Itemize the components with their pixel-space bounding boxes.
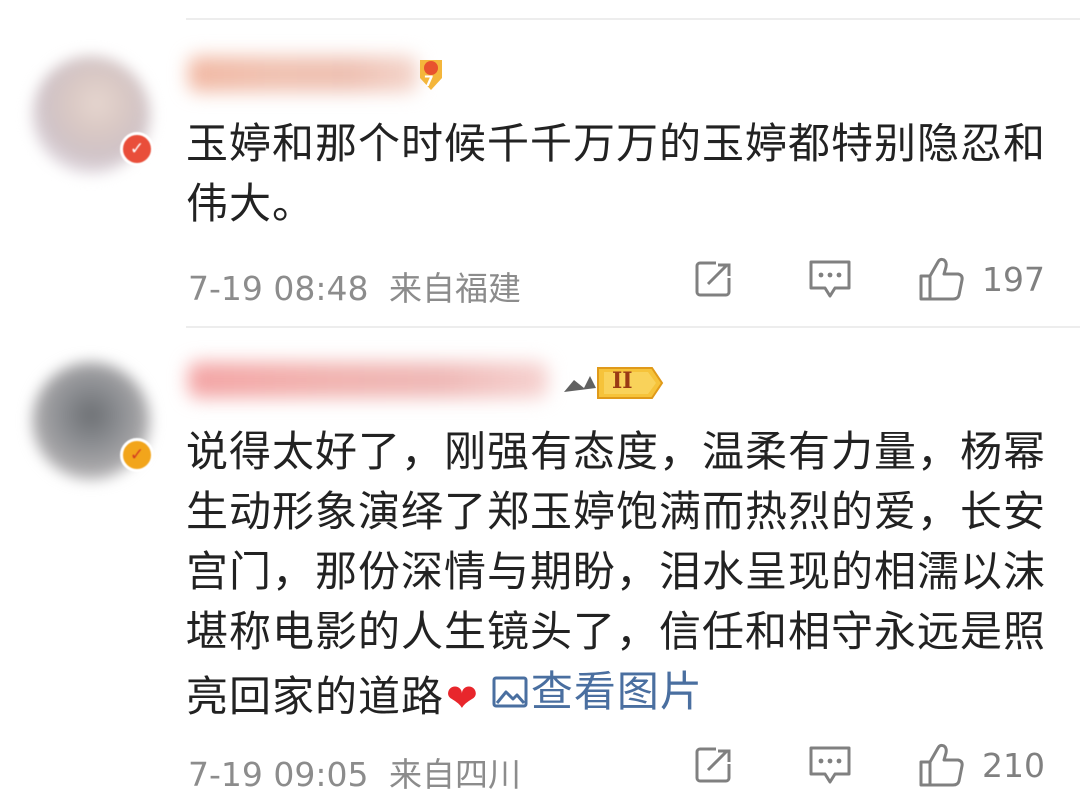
like-count: 197 [982,259,1045,299]
like-button[interactable]: 197 [918,256,1045,302]
comment-list: ✓ 7 玉婷和那个时候千千万万的玉婷都特别隐忍和伟大。 7-19 08:48 来… [0,0,1080,804]
username-blurred[interactable] [188,56,418,92]
comment-location: 来自四川 [389,755,521,794]
like-button[interactable]: 210 [918,742,1045,788]
thumb-up-icon [919,743,964,787]
reply-button[interactable] [808,258,852,300]
avatar[interactable]: ✓ [32,362,154,480]
verified-badge-icon: ✓ [120,438,154,472]
image-icon [492,676,528,708]
divider [186,18,1080,20]
fan-level-badge: II [560,362,664,404]
comment-text[interactable]: 说得太好了，刚强有态度，温柔有力量，杨幂生动形象演绎了郑玉婷饱满而热烈的爱，长安… [186,422,1056,728]
comment-time: 7-19 09:05 [188,755,369,794]
username-blurred[interactable] [188,362,548,398]
fan-level-badge: 7 [416,56,446,94]
view-picture-link[interactable]: 查看图片 [491,662,703,722]
comment-time: 7-19 08:48 [188,269,369,308]
thumb-up-icon [919,257,964,301]
reply-button[interactable] [808,744,852,786]
comment-icon [809,260,851,298]
comment-body: 玉婷和那个时候千千万万的玉婷都特别隐忍和伟大。 [186,119,1047,228]
avatar[interactable]: ✓ [32,56,154,174]
heart-emoji-icon: ❤ [446,676,479,720]
like-count: 210 [982,745,1045,785]
comment-text[interactable]: 玉婷和那个时候千千万万的玉婷都特别隐忍和伟大。 [186,114,1056,234]
share-icon [695,259,734,297]
verified-badge-icon: ✓ [120,132,154,166]
share-button[interactable] [694,258,734,298]
share-icon [695,745,734,783]
divider [186,326,1080,328]
fan-level-number: II [612,368,633,394]
comment-meta: 7-19 09:05 来自四川 [188,748,521,796]
comment-location: 来自福建 [389,269,521,308]
view-picture-label: 查看图片 [530,667,703,716]
comment-meta: 7-19 08:48 来自福建 [188,262,521,310]
share-button[interactable] [694,744,734,784]
fan-level-number: 7 [424,74,434,90]
comment-icon [809,746,851,784]
